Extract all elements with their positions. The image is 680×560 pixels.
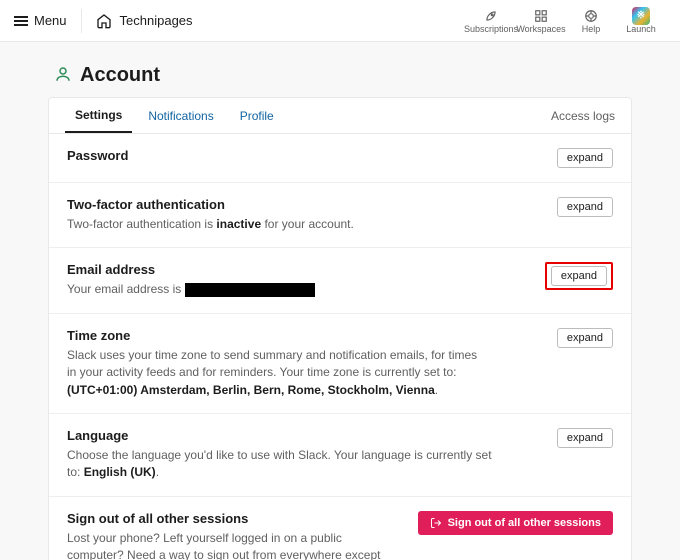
menu-label: Menu: [34, 13, 67, 28]
tabs: Settings Notifications Profile Access lo…: [49, 98, 631, 134]
email-title: Email address: [67, 262, 315, 277]
tab-notifications[interactable]: Notifications: [138, 99, 223, 132]
signout-all-button[interactable]: Sign out of all other sessions: [418, 511, 613, 535]
workspaces-label: Workspaces: [516, 24, 565, 34]
tfa-desc: Two-factor authentication is inactive fo…: [67, 216, 354, 233]
expand-password-button[interactable]: expand: [557, 148, 613, 168]
workspaces-link[interactable]: Workspaces: [516, 8, 566, 34]
page-header: Account: [54, 64, 632, 87]
signout-title: Sign out of all other sessions: [67, 511, 387, 526]
language-title: Language: [67, 428, 497, 443]
help-label: Help: [582, 24, 601, 34]
highlight-annotation: expand: [545, 262, 613, 290]
page-content: Account Settings Notifications Profile A…: [0, 42, 680, 560]
tab-settings[interactable]: Settings: [65, 98, 132, 133]
email-desc: Your email address is: [67, 281, 315, 298]
signout-desc: Lost your phone? Left yourself logged in…: [67, 530, 387, 560]
launch-link[interactable]: ※ Launch: [616, 8, 666, 34]
divider: [81, 9, 82, 33]
help-icon: [584, 8, 598, 24]
expand-language-button[interactable]: expand: [557, 428, 613, 448]
topbar: Menu Technipages Subscriptions Workspace…: [0, 0, 680, 42]
hamburger-icon: [14, 14, 28, 28]
expand-tfa-button[interactable]: expand: [557, 197, 613, 217]
slack-icon: ※: [632, 8, 650, 24]
expand-timezone-button[interactable]: expand: [557, 328, 613, 348]
menu-button[interactable]: Menu: [14, 13, 67, 28]
tfa-title: Two-factor authentication: [67, 197, 354, 212]
home-icon[interactable]: [96, 12, 112, 29]
person-icon: [54, 65, 72, 86]
section-email: Email address Your email address is expa…: [49, 248, 631, 313]
redacted-email: [185, 283, 315, 297]
tab-access-logs[interactable]: Access logs: [551, 99, 615, 133]
password-title: Password: [67, 148, 128, 163]
tab-profile[interactable]: Profile: [230, 99, 284, 132]
section-tfa: Two-factor authentication Two-factor aut…: [49, 183, 631, 248]
help-link[interactable]: Help: [566, 8, 616, 34]
rocket-icon: [484, 8, 498, 24]
signout-icon: [430, 517, 442, 529]
section-timezone: Time zone Slack uses your time zone to s…: [49, 314, 631, 414]
grid-icon: [534, 8, 548, 24]
subscriptions-label: Subscriptions: [464, 24, 518, 34]
page-title: Account: [80, 64, 160, 87]
settings-card: Settings Notifications Profile Access lo…: [48, 97, 632, 560]
section-password: Password expand: [49, 134, 631, 183]
launch-label: Launch: [626, 24, 656, 34]
site-name[interactable]: Technipages: [120, 13, 193, 28]
timezone-title: Time zone: [67, 328, 487, 343]
language-desc: Choose the language you'd like to use wi…: [67, 447, 497, 482]
expand-email-button[interactable]: expand: [551, 266, 607, 286]
section-signout: Sign out of all other sessions Lost your…: [49, 497, 631, 560]
section-language: Language Choose the language you'd like …: [49, 414, 631, 497]
subscriptions-link[interactable]: Subscriptions: [466, 8, 516, 34]
timezone-desc: Slack uses your time zone to send summar…: [67, 347, 487, 399]
